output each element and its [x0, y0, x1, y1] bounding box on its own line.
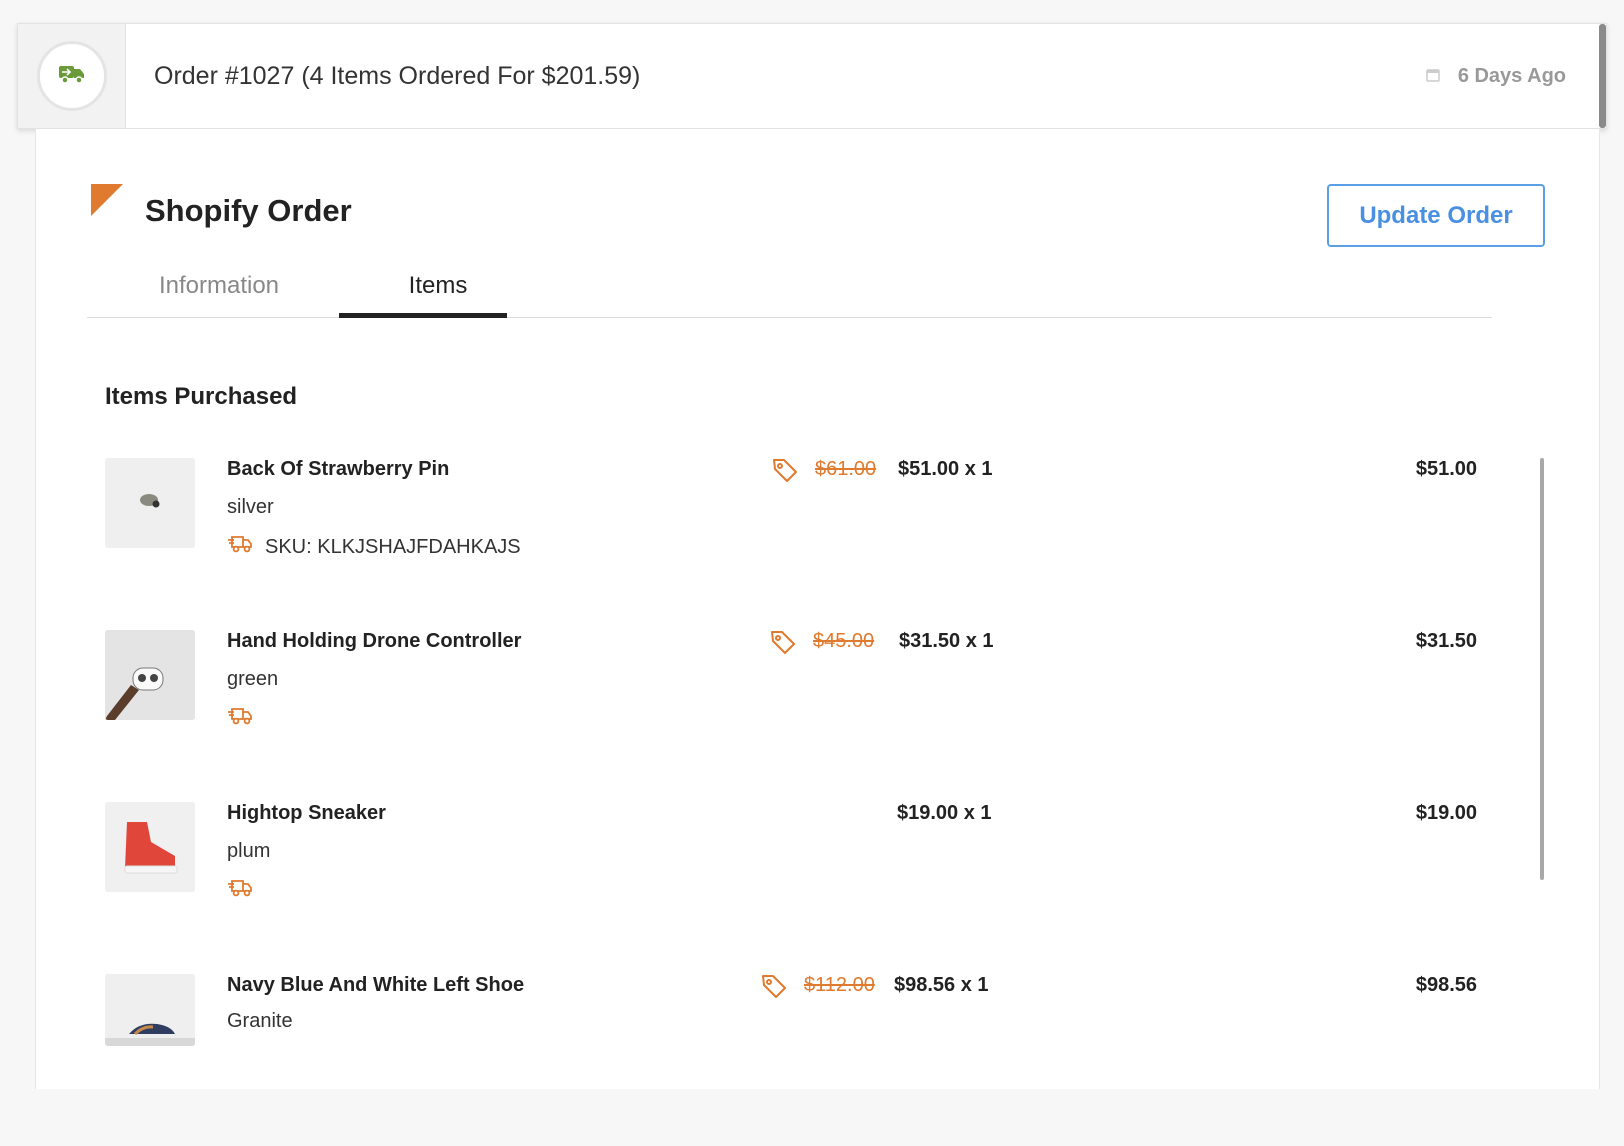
product-thumbnail[interactable] — [105, 630, 195, 720]
line-total: $98.56 — [1415, 974, 1477, 996]
list-item[interactable]: Navy Blue And White Left Shoe Granite $1… — [105, 974, 1495, 1146]
calendar-icon — [1426, 65, 1440, 88]
product-thumbnail[interactable] — [105, 802, 195, 892]
list-item[interactable]: Hightop Sneaker plum $19.00 x 1 $19.00 — [105, 802, 1495, 974]
item-name[interactable]: Back Of Strawberry Pin — [227, 458, 449, 481]
item-shipping — [227, 878, 253, 904]
item-variant: green — [227, 668, 279, 690]
order-header[interactable]: Order #1027 (4 Items Ordered For $201.59… — [17, 23, 1607, 129]
unit-price: $98.56 x 1 — [894, 974, 989, 996]
order-date-label: 6 Days Ago — [1457, 64, 1566, 87]
order-status-column — [18, 24, 126, 128]
product-thumbnail[interactable] — [105, 974, 195, 1046]
unit-price: $31.50 x 1 — [899, 630, 994, 652]
shopify-order-card: Shopify Order Update Order Information I… — [35, 129, 1600, 1089]
list-item[interactable]: Back Of Strawberry Pin silver SKU: KLKJS… — [105, 458, 1495, 630]
shipping-truck-icon — [227, 706, 253, 732]
delivery-truck-icon — [58, 63, 86, 90]
items-list: Back Of Strawberry Pin silver SKU: KLKJS… — [105, 458, 1495, 1146]
item-variant: plum — [227, 840, 271, 862]
header-scrollbar[interactable] — [1599, 24, 1606, 128]
items-scrollbar[interactable] — [1540, 458, 1544, 880]
line-total: $31.50 — [1415, 630, 1477, 652]
tab-active-indicator — [339, 313, 507, 318]
item-shipping — [227, 706, 253, 732]
line-total: $51.00 — [1415, 458, 1477, 480]
item-name[interactable]: Hightop Sneaker — [227, 802, 386, 825]
item-variant: Granite — [227, 1010, 293, 1032]
unit-price: $51.00 x 1 — [898, 458, 993, 480]
original-price: $45.00 — [813, 630, 875, 652]
tab-information[interactable]: Information — [144, 272, 294, 300]
item-name[interactable]: Navy Blue And White Left Shoe — [227, 974, 524, 997]
order-title: Order #1027 (4 Items Ordered For $201.59… — [154, 61, 641, 90]
tab-divider — [87, 317, 1492, 318]
item-name[interactable]: Hand Holding Drone Controller — [227, 630, 521, 653]
original-price: $112.00 — [804, 974, 875, 996]
items-purchased-heading: Items Purchased — [105, 383, 298, 410]
unit-price: $19.00 x 1 — [897, 802, 992, 824]
item-sku: SKU: KLKJSHAJFDAHKAJS — [265, 535, 521, 558]
line-total: $19.00 — [1415, 802, 1477, 824]
list-item[interactable]: Hand Holding Drone Controller green $45.… — [105, 630, 1495, 802]
original-price: $61.00 — [815, 458, 877, 480]
order-status-badge — [36, 41, 107, 111]
item-shipping: SKU: KLKJSHAJFDAHKAJS — [227, 534, 521, 560]
tab-items[interactable]: Items — [351, 272, 525, 300]
discount-tag-icon — [760, 972, 788, 1005]
shipping-truck-icon — [227, 878, 253, 904]
discount-tag-icon — [771, 456, 799, 489]
product-thumbnail[interactable] — [105, 458, 195, 548]
order-date: 6 Days Ago — [1426, 65, 1566, 88]
discount-tag-icon — [769, 628, 797, 661]
item-variant: silver — [227, 496, 274, 518]
shipping-truck-icon — [227, 534, 253, 560]
